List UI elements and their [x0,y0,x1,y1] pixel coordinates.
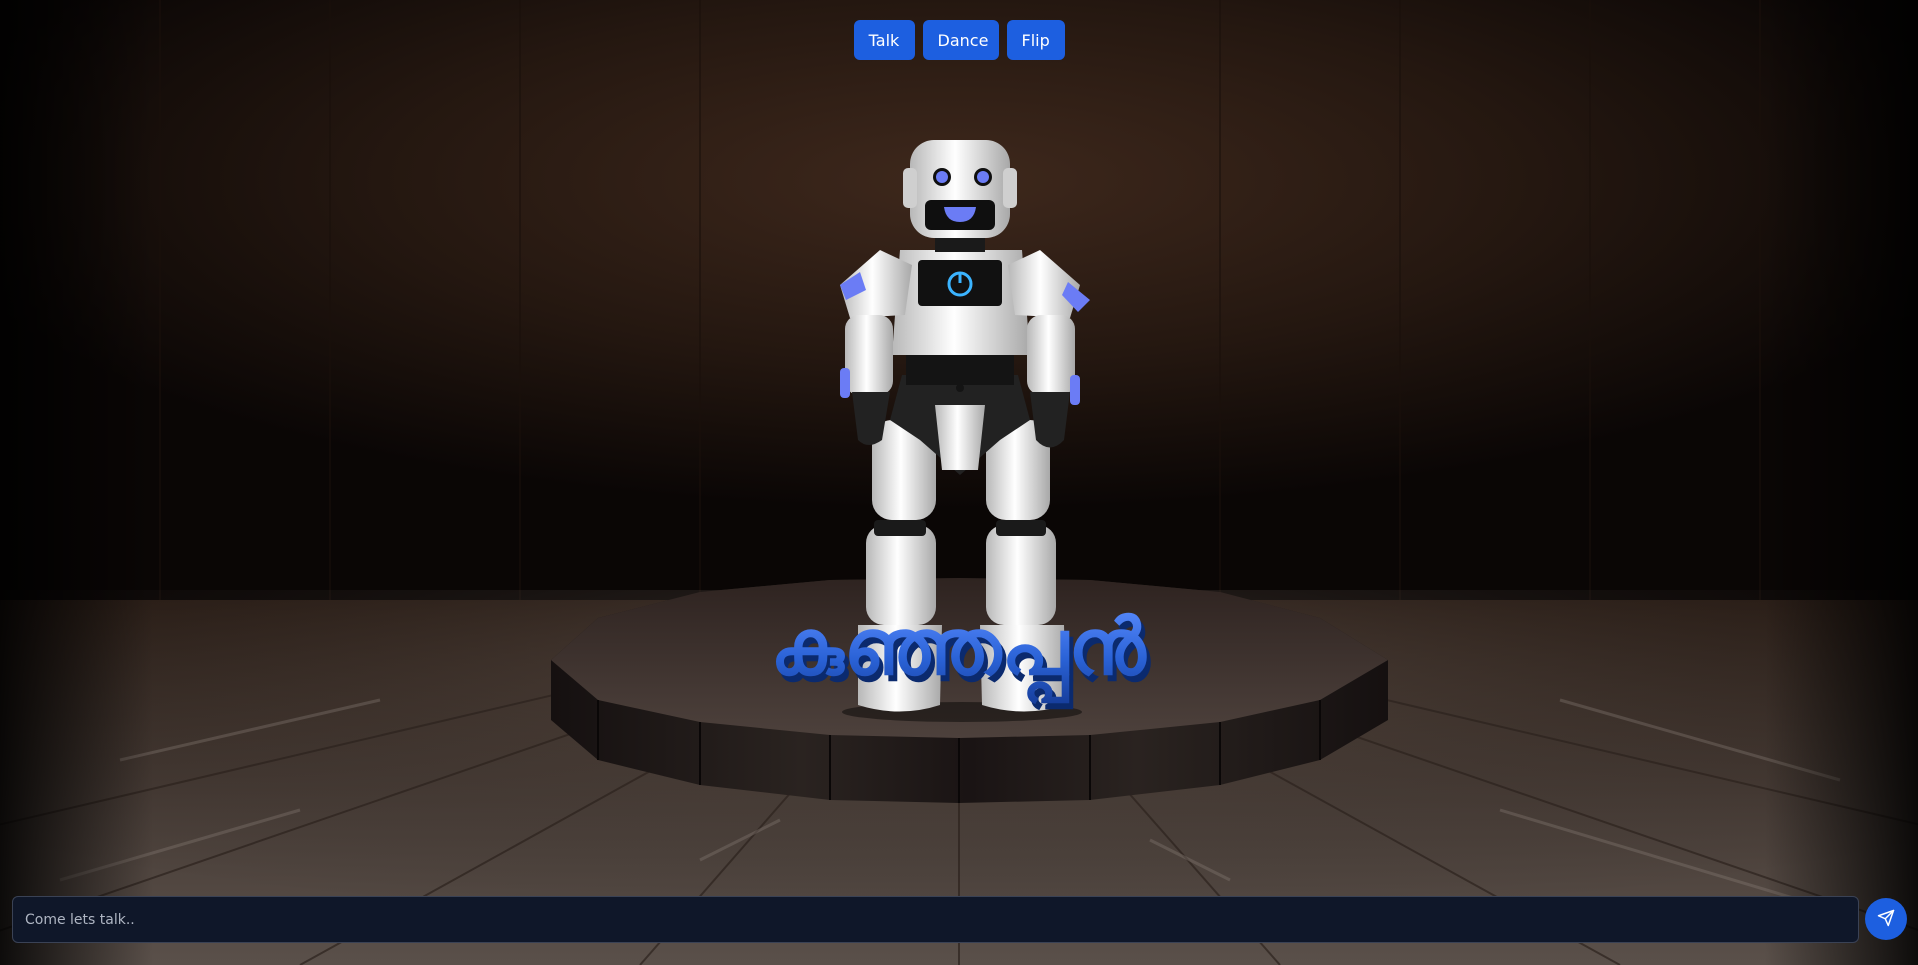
animation-toolbar: Talk Dance Flip [0,20,1918,60]
dance-button[interactable]: Dance [922,20,999,60]
send-button[interactable] [1865,898,1907,940]
flip-button[interactable]: Flip [1006,20,1065,60]
send-icon [1877,909,1895,930]
robot-3d-scene[interactable]: കുഞ്ഞപ്പൻ കുഞ്ഞപ്പൻ [0,0,1918,965]
svg-text:കുഞ്ഞപ്പൻ: കുഞ്ഞപ്പൻ [770,603,1147,705]
chat-bar [12,896,1918,944]
chat-input[interactable] [12,896,1859,943]
talk-button[interactable]: Talk [853,20,915,60]
robot-name-3d-text: കുഞ്ഞപ്പൻ കുഞ്ഞപ്പൻ [770,603,1151,711]
